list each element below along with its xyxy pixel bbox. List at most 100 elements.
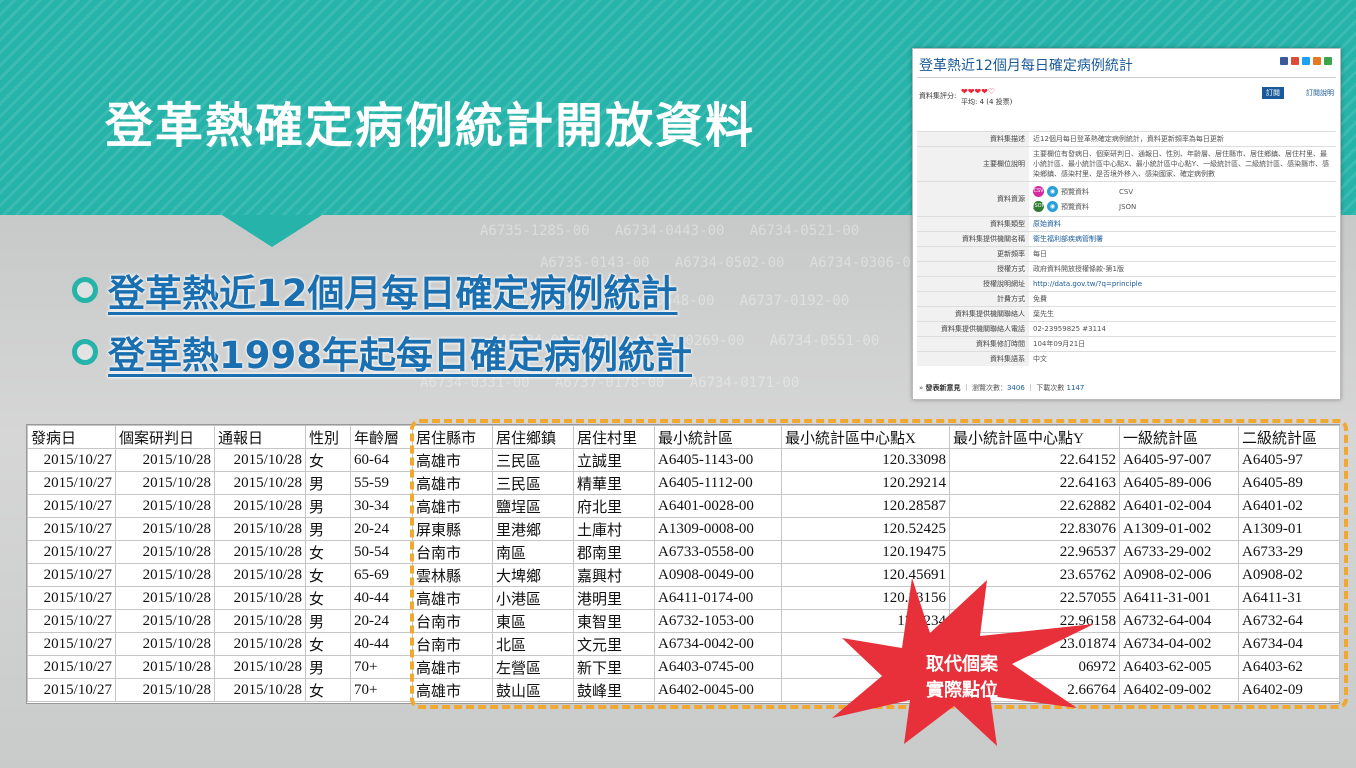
table-cell[interactable]: 2015/10/28: [214, 655, 306, 679]
table-cell[interactable]: 里港鄉: [492, 517, 574, 541]
table-cell[interactable]: 男: [305, 494, 351, 518]
table-cell[interactable]: 22.83076: [949, 517, 1120, 541]
table-cell[interactable]: 2015/10/28: [214, 494, 306, 518]
table-cell[interactable]: 20-24: [350, 517, 413, 541]
table-cell[interactable]: A6403-0745-00: [654, 655, 782, 679]
twitter-icon[interactable]: [1302, 57, 1310, 65]
table-cell[interactable]: 120.28587: [781, 494, 950, 518]
table-cell[interactable]: 精華里: [573, 471, 655, 495]
table-cell[interactable]: 22.64163: [949, 471, 1120, 495]
table-cell[interactable]: A6402-09: [1238, 678, 1340, 702]
table-cell[interactable]: A6405-1143-00: [654, 448, 782, 472]
table-cell[interactable]: 台南市: [412, 540, 493, 564]
table-cell[interactable]: A6403-62-005: [1119, 655, 1239, 679]
table-cell[interactable]: 2015/10/28: [115, 563, 215, 587]
table-cell[interactable]: 女: [305, 678, 351, 702]
table-cell[interactable]: 2015/10/28: [214, 632, 306, 656]
table-cell[interactable]: 鼓山區: [492, 678, 574, 702]
column-header[interactable]: 性別: [305, 425, 351, 449]
table-cell[interactable]: 2015/10/27: [27, 655, 116, 679]
table-cell[interactable]: 120.33098: [781, 448, 950, 472]
table-cell[interactable]: 70+: [350, 678, 413, 702]
table-cell[interactable]: A1309-0008-00: [654, 517, 782, 541]
table-cell[interactable]: 2015/10/27: [27, 471, 116, 495]
table-cell[interactable]: 小港區: [492, 586, 574, 610]
table-cell[interactable]: A6403-62: [1238, 655, 1340, 679]
meta-value[interactable]: 衛生福利部疾病管制署: [1029, 231, 1336, 247]
table-cell[interactable]: 高雄市: [412, 586, 493, 610]
table-cell[interactable]: 高雄市: [412, 678, 493, 702]
table-cell[interactable]: A6402-09-002: [1119, 678, 1239, 702]
table-cell[interactable]: 北區: [492, 632, 574, 656]
dataset-link-since-1998[interactable]: 登革熱1998年起每日確定病例統計: [108, 325, 692, 379]
table-cell[interactable]: A6401-02-004: [1119, 494, 1239, 518]
table-cell[interactable]: 鼓峰里: [573, 678, 655, 702]
column-header[interactable]: 個案研判日: [115, 425, 215, 449]
subscribe-button[interactable]: 訂閱: [1262, 87, 1284, 99]
table-cell[interactable]: 65-69: [350, 563, 413, 587]
column-header[interactable]: 最小統計區: [654, 425, 782, 449]
table-cell[interactable]: 三民區: [492, 448, 574, 472]
table-cell[interactable]: A0908-02: [1238, 563, 1340, 587]
table-cell[interactable]: 2015/10/28: [214, 517, 306, 541]
table-cell[interactable]: 郡南里: [573, 540, 655, 564]
table-cell[interactable]: 120.52425: [781, 517, 950, 541]
table-cell[interactable]: 三民區: [492, 471, 574, 495]
table-cell[interactable]: 2015/10/28: [214, 540, 306, 564]
table-cell[interactable]: 新下里: [573, 655, 655, 679]
table-cell[interactable]: 高雄市: [412, 494, 493, 518]
column-header[interactable]: 居住縣市: [412, 425, 493, 449]
table-cell[interactable]: 2015/10/27: [27, 609, 116, 633]
table-cell[interactable]: A6405-97: [1238, 448, 1340, 472]
preview-link[interactable]: 預覽資料: [1061, 187, 1089, 197]
table-cell[interactable]: 東智里: [573, 609, 655, 633]
table-cell[interactable]: 立誠里: [573, 448, 655, 472]
column-header[interactable]: 通報日: [214, 425, 306, 449]
table-cell[interactable]: 2015/10/28: [214, 471, 306, 495]
table-cell[interactable]: 2015/10/27: [27, 448, 116, 472]
table-cell[interactable]: 男: [305, 471, 351, 495]
column-header[interactable]: 發病日: [27, 425, 116, 449]
table-cell[interactable]: 2015/10/28: [115, 494, 215, 518]
table-cell[interactable]: 50-54: [350, 540, 413, 564]
table-cell[interactable]: A6401-0028-00: [654, 494, 782, 518]
table-cell[interactable]: 台南市: [412, 632, 493, 656]
table-cell[interactable]: 2015/10/28: [115, 609, 215, 633]
table-cell[interactable]: 40-44: [350, 586, 413, 610]
table-cell[interactable]: 鹽埕區: [492, 494, 574, 518]
table-cell[interactable]: 120.19475: [781, 540, 950, 564]
subscribe-help-link[interactable]: 訂閱說明: [1306, 88, 1334, 98]
table-cell[interactable]: A6734-04-002: [1119, 632, 1239, 656]
table-cell[interactable]: A0908-02-006: [1119, 563, 1239, 587]
table-cell[interactable]: 高雄市: [412, 448, 493, 472]
table-cell[interactable]: 2015/10/28: [214, 448, 306, 472]
comment-link[interactable]: 發表新意見: [926, 384, 961, 392]
table-cell[interactable]: 東區: [492, 609, 574, 633]
table-cell[interactable]: 2015/10/28: [115, 678, 215, 702]
table-cell[interactable]: 屏東縣: [412, 517, 493, 541]
table-cell[interactable]: 女: [305, 540, 351, 564]
table-cell[interactable]: 文元里: [573, 632, 655, 656]
column-header[interactable]: 最小統計區中心點X: [781, 425, 950, 449]
table-cell[interactable]: 60-64: [350, 448, 413, 472]
table-cell[interactable]: 2015/10/28: [115, 655, 215, 679]
table-cell[interactable]: 高雄市: [412, 655, 493, 679]
column-header[interactable]: 居住村里: [573, 425, 655, 449]
json-icon[interactable]: JSON: [1033, 201, 1045, 212]
table-cell[interactable]: A6405-1112-00: [654, 471, 782, 495]
share-icon[interactable]: [1324, 57, 1332, 65]
table-cell[interactable]: 女: [305, 448, 351, 472]
column-header[interactable]: 居住鄉鎮: [492, 425, 574, 449]
table-cell[interactable]: A1309-01: [1238, 517, 1340, 541]
meta-value[interactable]: http://data.gov.tw/?q=principle: [1029, 276, 1336, 292]
table-cell[interactable]: 2015/10/27: [27, 494, 116, 518]
table-cell[interactable]: 2015/10/28: [214, 586, 306, 610]
table-cell[interactable]: 120.29214: [781, 471, 950, 495]
table-cell[interactable]: 2015/10/27: [27, 517, 116, 541]
dataset-link-12-months[interactable]: 登革熱近12個月每日確定病例統計: [108, 263, 678, 317]
column-header[interactable]: 年齡層: [350, 425, 413, 449]
table-cell[interactable]: 女: [305, 632, 351, 656]
table-cell[interactable]: 大埤鄉: [492, 563, 574, 587]
table-cell[interactable]: A6733-0558-00: [654, 540, 782, 564]
facebook-icon[interactable]: [1280, 57, 1288, 65]
